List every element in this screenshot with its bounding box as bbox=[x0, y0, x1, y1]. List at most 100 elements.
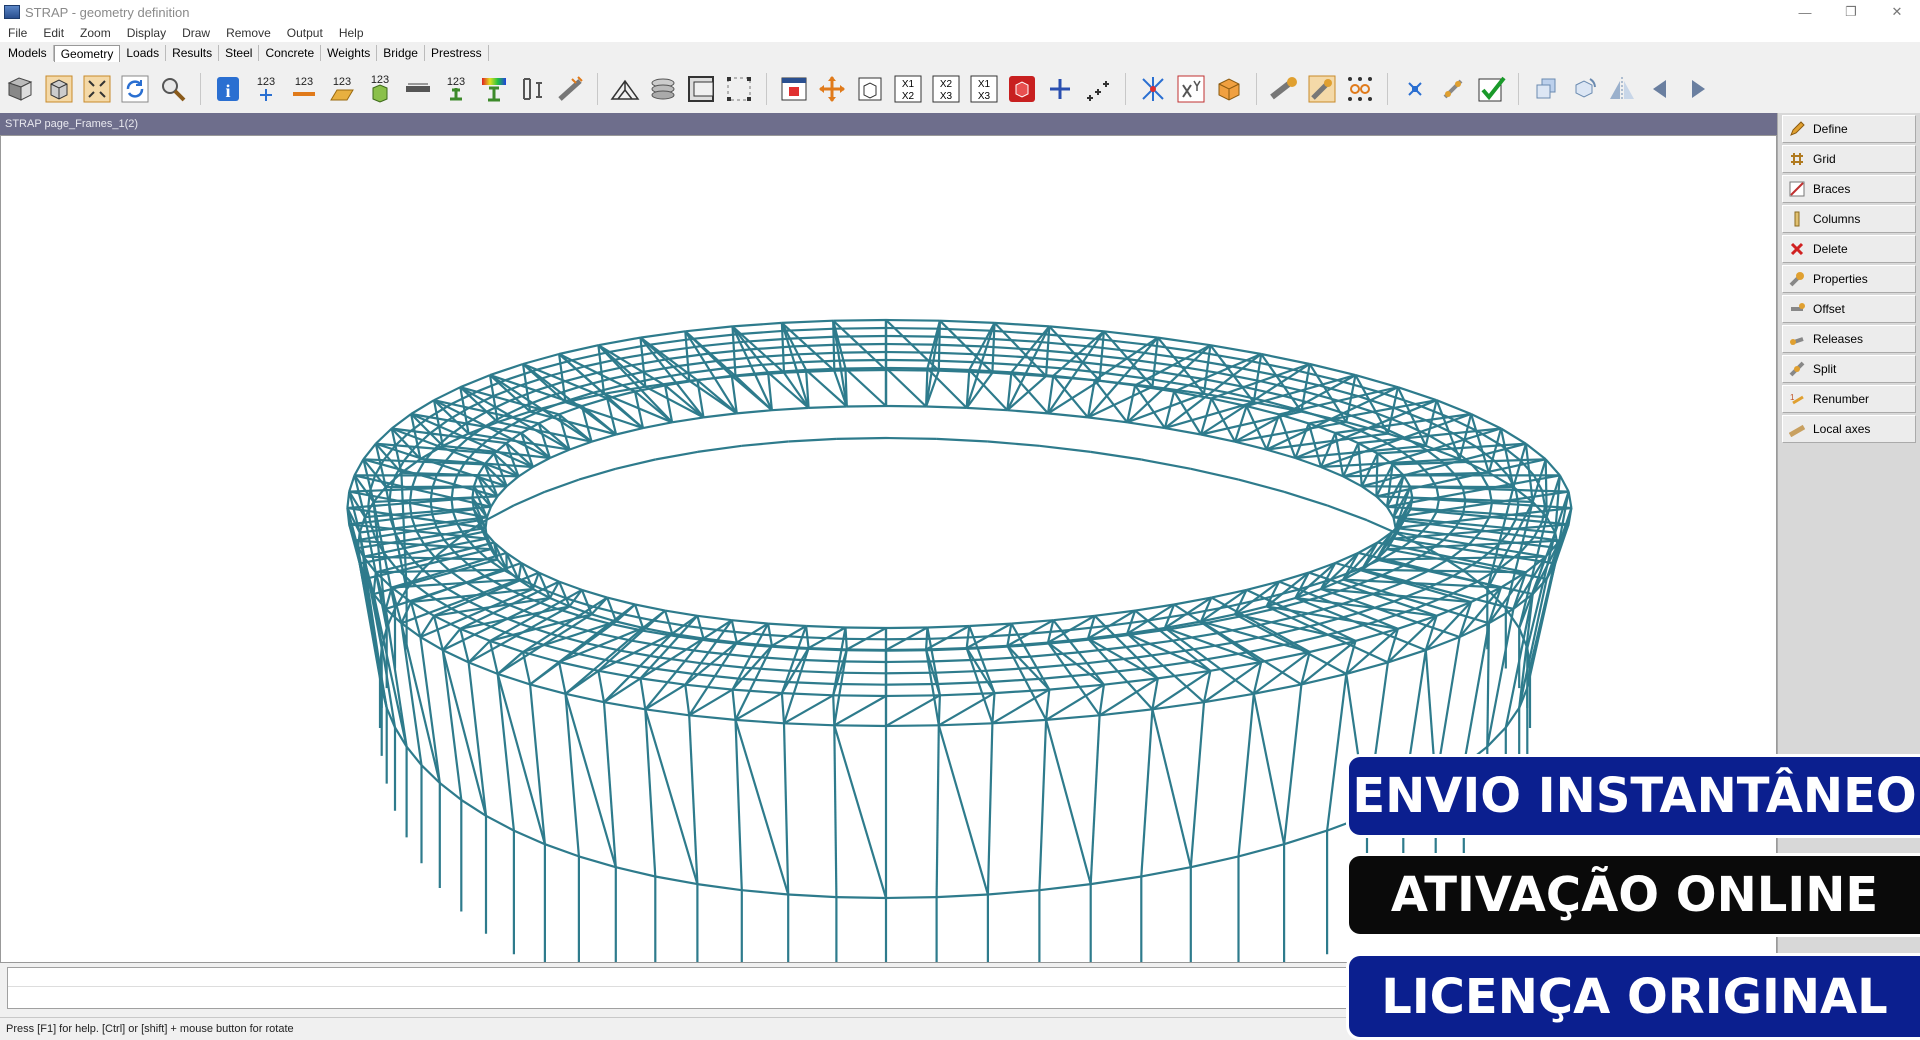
element-numbers-icon[interactable]: 123 bbox=[323, 70, 361, 108]
star-nodes-icon[interactable] bbox=[1134, 70, 1172, 108]
xy-icon[interactable] bbox=[1172, 70, 1210, 108]
truss-member bbox=[496, 485, 508, 498]
scale-icon[interactable] bbox=[1396, 70, 1434, 108]
link-icon[interactable] bbox=[1434, 70, 1472, 108]
release-icon[interactable] bbox=[1303, 70, 1341, 108]
split-button[interactable]: Split bbox=[1782, 355, 1916, 383]
rotate-view-icon[interactable] bbox=[1565, 70, 1603, 108]
truss-member bbox=[735, 718, 785, 725]
tab-steel[interactable]: Steel bbox=[219, 45, 260, 61]
truss-member bbox=[1414, 402, 1449, 419]
copy-icon[interactable] bbox=[1527, 70, 1565, 108]
orange-cube-icon[interactable] bbox=[1210, 70, 1248, 108]
window-icon[interactable] bbox=[775, 70, 813, 108]
truss-member bbox=[1090, 875, 1142, 886]
model-3d-icon[interactable] bbox=[2, 70, 40, 108]
tab-results[interactable]: Results bbox=[166, 45, 220, 61]
split-icon bbox=[1789, 361, 1805, 377]
tab-loads[interactable]: Loads bbox=[120, 45, 167, 61]
minimize-button[interactable]: — bbox=[1782, 0, 1828, 24]
x2x3-icon[interactable]: X2 X3 bbox=[927, 70, 965, 108]
properties-button[interactable]: Properties bbox=[1782, 265, 1916, 293]
truss-member bbox=[348, 475, 356, 492]
menu-zoom[interactable]: Zoom bbox=[72, 26, 119, 40]
add-nodes-icon[interactable] bbox=[1079, 70, 1117, 108]
releases-button[interactable]: Releases bbox=[1782, 325, 1916, 353]
menu-file[interactable]: File bbox=[0, 26, 35, 40]
truss-member bbox=[833, 695, 887, 727]
tab-geometry[interactable]: Geometry bbox=[53, 44, 121, 62]
render-cube-icon[interactable] bbox=[1003, 70, 1041, 108]
truss-member bbox=[885, 436, 937, 440]
support-numbers-icon[interactable]: 123 bbox=[437, 70, 475, 108]
truss-member bbox=[353, 458, 365, 476]
prev-arrow-icon[interactable] bbox=[1641, 70, 1679, 108]
select-nodes-icon[interactable] bbox=[720, 70, 758, 108]
close-button[interactable]: ✕ bbox=[1874, 0, 1920, 24]
add-node-icon[interactable] bbox=[1041, 70, 1079, 108]
local-axes-icon[interactable] bbox=[551, 70, 589, 108]
spring-icon[interactable] bbox=[644, 70, 682, 108]
tab-bridge[interactable]: Bridge bbox=[377, 45, 425, 61]
delete-button[interactable]: Delete bbox=[1782, 235, 1916, 263]
menu-display[interactable]: Display bbox=[119, 26, 174, 40]
menu-draw[interactable]: Draw bbox=[174, 26, 218, 40]
cube-icon[interactable] bbox=[40, 70, 78, 108]
x1x3-icon[interactable]: X1 X3 bbox=[965, 70, 1003, 108]
mirror-icon[interactable] bbox=[1603, 70, 1641, 108]
tab-prestress[interactable]: Prestress bbox=[425, 45, 489, 61]
node-numbers-icon[interactable]: 123 bbox=[247, 70, 285, 108]
offset-button[interactable]: Offset bbox=[1782, 295, 1916, 323]
beam-section-icon[interactable] bbox=[513, 70, 551, 108]
color-properties-icon[interactable] bbox=[475, 70, 513, 108]
offset-icon[interactable] bbox=[1265, 70, 1303, 108]
tab-models[interactable]: Models bbox=[2, 45, 54, 61]
menu-edit[interactable]: Edit bbox=[35, 26, 72, 40]
menu-remove[interactable]: Remove bbox=[218, 26, 279, 40]
check-icon[interactable] bbox=[1472, 70, 1510, 108]
info-icon[interactable]: i bbox=[209, 70, 247, 108]
restore-button[interactable]: ❐ bbox=[1828, 0, 1874, 24]
truss-member bbox=[937, 680, 991, 686]
frame-icon[interactable] bbox=[682, 70, 720, 108]
section-icon[interactable] bbox=[399, 70, 437, 108]
truss-member bbox=[649, 666, 694, 675]
tab-concrete[interactable]: Concrete bbox=[259, 45, 322, 61]
grid-button[interactable]: Grid bbox=[1782, 145, 1916, 173]
menu-help[interactable]: Help bbox=[331, 26, 372, 40]
grid-icon bbox=[1789, 151, 1805, 167]
zoom-fit-icon[interactable] bbox=[78, 70, 116, 108]
truss-member bbox=[788, 437, 837, 443]
truss-member bbox=[410, 580, 431, 597]
coord-label: X1 bbox=[978, 79, 991, 90]
tab-weights[interactable]: Weights bbox=[321, 45, 378, 61]
search-icon[interactable] bbox=[154, 70, 192, 108]
renumber-button[interactable]: 1 Renumber bbox=[1782, 385, 1916, 413]
move-icon[interactable] bbox=[813, 70, 851, 108]
box-view-icon[interactable] bbox=[851, 70, 889, 108]
truss-member bbox=[1360, 530, 1394, 571]
truss-member bbox=[973, 633, 1018, 639]
truss-member bbox=[935, 335, 987, 340]
member-numbers-icon[interactable]: 123 bbox=[285, 70, 323, 108]
truss-member bbox=[1087, 416, 1128, 424]
truss-member bbox=[1036, 340, 1088, 348]
truss-member bbox=[1320, 465, 1344, 478]
truss-member bbox=[536, 641, 573, 654]
truss-member bbox=[1361, 485, 1378, 498]
truss-icon[interactable] bbox=[606, 70, 644, 108]
refresh-icon[interactable] bbox=[116, 70, 154, 108]
dots-grid-icon[interactable] bbox=[1341, 70, 1379, 108]
next-arrow-icon[interactable] bbox=[1679, 70, 1717, 108]
truss-member bbox=[697, 614, 732, 622]
menu-output[interactable]: Output bbox=[279, 26, 331, 40]
truss-member bbox=[597, 670, 606, 703]
truss-member bbox=[532, 457, 551, 468]
model-canvas[interactable] bbox=[0, 135, 1777, 963]
braces-button[interactable]: Braces bbox=[1782, 175, 1916, 203]
x1x2-icon[interactable]: X1 X2 bbox=[889, 70, 927, 108]
define-button[interactable]: Define bbox=[1782, 115, 1916, 143]
local-axes-button[interactable]: Local axes bbox=[1782, 415, 1916, 443]
columns-button[interactable]: Columns bbox=[1782, 205, 1916, 233]
solid-numbers-icon[interactable]: 123 bbox=[361, 70, 399, 108]
